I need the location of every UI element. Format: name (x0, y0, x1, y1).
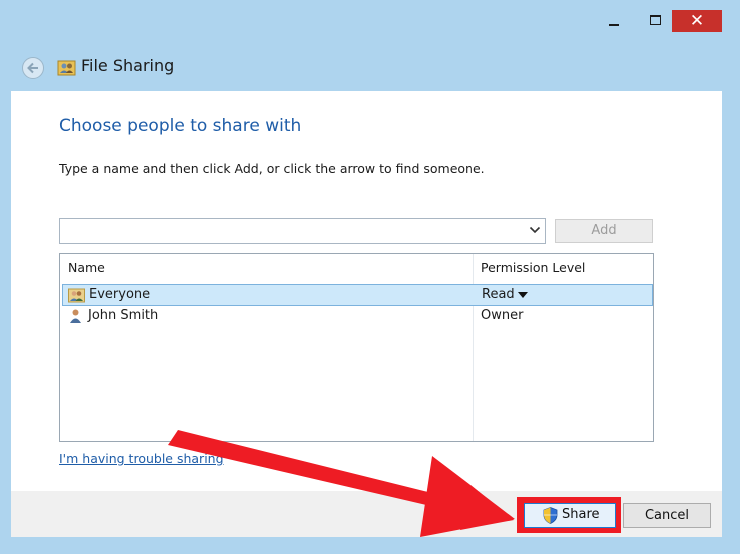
share-button-label: Share (562, 507, 600, 522)
permission-level: Owner (481, 308, 524, 323)
sharing-list: Name Permission Level Everyone Read John… (59, 253, 654, 442)
close-icon: ✕ (689, 11, 705, 31)
column-header-permission[interactable]: Permission Level (481, 254, 585, 282)
instruction-text: Type a name and then click Add, or click… (59, 161, 485, 176)
content-panel: Choose people to share with Type a name … (11, 91, 722, 491)
back-button[interactable] (22, 57, 44, 79)
dialog-heading: Choose people to share with (59, 116, 302, 136)
column-divider (473, 254, 474, 441)
maximize-button[interactable] (638, 10, 672, 32)
permission-level[interactable]: Read (482, 287, 515, 302)
close-button[interactable]: ✕ (672, 10, 722, 32)
uac-shield-icon (543, 507, 558, 524)
chevron-down-icon[interactable] (529, 225, 541, 235)
share-button[interactable]: Share (524, 503, 616, 528)
list-item[interactable]: Everyone Read (62, 284, 653, 306)
list-item[interactable]: John Smith Owner (62, 306, 651, 326)
column-header-name[interactable]: Name (68, 254, 105, 282)
permission-dropdown-arrow-icon[interactable] (518, 292, 528, 298)
window-title: File Sharing (81, 56, 175, 75)
minimize-button[interactable] (598, 10, 632, 32)
back-arrow-icon (27, 62, 38, 74)
add-button[interactable]: Add (555, 219, 653, 243)
list-item-name: John Smith (88, 308, 159, 323)
trouble-sharing-link[interactable]: I'm having trouble sharing (59, 451, 224, 466)
cancel-button[interactable]: Cancel (623, 503, 711, 528)
list-item-name: Everyone (89, 287, 151, 302)
user-icon (70, 309, 81, 323)
name-combo-box[interactable] (59, 218, 546, 244)
users-group-icon (68, 288, 85, 303)
file-sharing-icon (57, 60, 76, 76)
